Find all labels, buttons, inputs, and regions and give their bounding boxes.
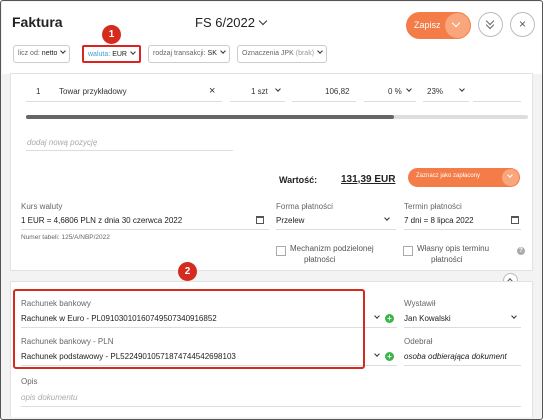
line-item-vat[interactable]: 23% (427, 87, 443, 96)
transaction-type-label: rodzaj transakcji: (153, 50, 206, 57)
transaction-type-select[interactable]: rodzaj transakcji: SK (148, 45, 230, 63)
receiver-label: Odebrał (404, 337, 433, 346)
chevron-down-icon (384, 215, 390, 221)
custom-due-label-line1: Własny opis terminu (417, 244, 490, 253)
double-chevron-down-icon (485, 16, 495, 30)
split-payment-label-line1: Mechanizm podzielonej (290, 244, 374, 253)
chevron-down-icon (511, 313, 517, 319)
line-item-discount[interactable]: 0 % (388, 87, 402, 96)
total-value: 131,39 EUR (341, 174, 396, 185)
add-bank-account-icon[interactable]: + (385, 352, 394, 361)
payment-method-label: Forma płatności (276, 202, 333, 211)
save-options-dropdown[interactable] (445, 13, 470, 38)
extra-column-underline (473, 101, 521, 102)
line-item-name-underline (26, 101, 222, 102)
annotation-badge-1: 1 (102, 25, 121, 44)
calculate-from-value: netto (41, 50, 58, 57)
currency-label: waluta: (88, 51, 111, 58)
mark-as-paid-button[interactable]: Zaznacz jako zapłacony (408, 168, 520, 187)
horizontal-scrollbar[interactable] (26, 115, 528, 119)
filter-bar: licz od: netto waluta: EUR rodzaj transakc… (3, 45, 542, 65)
chevron-down-icon (220, 48, 226, 54)
annotation-badge-2: 2 (178, 262, 197, 281)
mark-as-paid-label: Zaznacz jako zapłacony (416, 173, 481, 179)
receiver-underline (404, 365, 521, 366)
save-button-label: Zapisz (414, 20, 441, 30)
due-date-underline (404, 229, 521, 230)
help-icon[interactable]: ? (517, 247, 525, 255)
document-number: FS 6/2022 (195, 15, 255, 30)
due-date-value[interactable]: 7 dni = 8 lipca 2022 (404, 216, 474, 225)
add-item-underline (26, 150, 233, 151)
close-icon: × (518, 17, 526, 31)
custom-due-label: Własny opis terminu płatności (417, 243, 489, 265)
split-payment-checkbox[interactable] (276, 246, 286, 256)
currency-value: EUR (112, 51, 127, 58)
payment-method-underline (276, 229, 396, 230)
vat-underline (423, 101, 469, 102)
issuer-underline (404, 327, 521, 328)
chevron-down-icon (459, 86, 465, 92)
calendar-icon[interactable] (256, 216, 264, 224)
notes-underline (21, 406, 521, 407)
jpk-codes-select[interactable]: Oznaczenia JPK (brak) (237, 45, 328, 63)
collapse-all-button[interactable] (478, 12, 503, 37)
split-payment-label: Mechanizm podzielonej płatności (290, 243, 374, 265)
currency-select[interactable]: waluta: EUR (82, 45, 141, 63)
line-item-price[interactable]: 106,82 (325, 87, 349, 96)
jpk-codes-value: (brak) (295, 50, 315, 57)
close-button[interactable]: × (510, 12, 535, 37)
transaction-type-value: SK (207, 50, 217, 57)
chevron-down-icon (130, 49, 136, 55)
line-item-name[interactable]: Towar przykładowy (59, 87, 127, 96)
chevron-down-icon (275, 86, 281, 92)
quantity-underline (230, 101, 285, 102)
line-item-quantity[interactable]: 1 szt (251, 87, 268, 96)
exchange-rate-underline (21, 229, 269, 230)
issuer-value[interactable]: Jan Kowalski (404, 314, 451, 323)
custom-due-checkbox[interactable] (403, 246, 413, 256)
chevron-down-icon (507, 172, 513, 178)
exchange-rate-value[interactable]: 1 EUR = 4,6806 PLN z dnia 30 czerwca 202… (21, 216, 182, 225)
chevron-down-icon (374, 313, 380, 319)
invoice-window: Faktura FS 6/2022 Zapisz × licz od: netto… (0, 0, 543, 420)
price-underline (292, 101, 356, 102)
exchange-rate-label: Kurs waluty (21, 202, 63, 211)
due-date-label: Termin płatności (404, 202, 462, 211)
custom-due-label-line2: płatności (431, 255, 463, 264)
split-payment-label-line2: płatności (304, 255, 336, 264)
chevron-down-icon (374, 351, 380, 357)
chevron-down-icon (451, 18, 461, 28)
chevron-down-icon (317, 48, 323, 54)
chevron-down-icon (60, 48, 67, 54)
chevron-down-icon (406, 86, 412, 92)
invoice-items-panel: 1 Towar przykładowy × 1 szt 106,82 0 % 2… (10, 73, 533, 271)
notes-input[interactable]: opis dokumentu (21, 393, 77, 402)
issuer-label: Wystawił (404, 299, 436, 308)
exchange-table-number: Numer tabeli: 125/A/NBP/2022 (21, 234, 110, 241)
remove-item-icon[interactable]: × (209, 85, 215, 97)
add-bank-account-icon[interactable]: + (385, 314, 394, 323)
calculate-from-label: licz od: (18, 50, 40, 57)
receiver-input[interactable]: osoba odbierająca dokument (404, 352, 507, 361)
invoice-header: Faktura FS 6/2022 Zapisz × licz od: netto… (2, 2, 542, 74)
discount-underline (364, 101, 416, 102)
calendar-icon[interactable] (511, 216, 519, 224)
notes-label: Opis (21, 377, 38, 386)
total-label: Wartość: (279, 175, 318, 185)
bank-accounts-highlight (13, 289, 365, 369)
add-item-input[interactable]: dodaj nową pozycję (27, 138, 97, 147)
payment-method-value[interactable]: Przelew (276, 216, 304, 225)
save-button[interactable]: Zapisz (406, 12, 471, 39)
mark-as-paid-dropdown[interactable] (502, 169, 519, 186)
page-title: Faktura (12, 14, 63, 30)
scrollbar-thumb[interactable] (26, 115, 394, 119)
calculate-from-select[interactable]: licz od: netto (13, 45, 71, 63)
jpk-codes-label: Oznaczenia JPK (242, 50, 294, 57)
line-item-index: 1 (36, 87, 41, 96)
chevron-down-icon (258, 16, 268, 26)
document-number-selector[interactable]: FS 6/2022 (195, 15, 268, 30)
